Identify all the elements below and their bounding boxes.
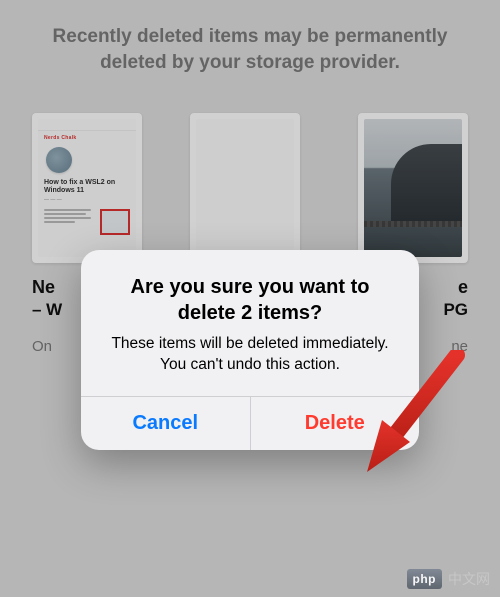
watermark-text: 中文网 bbox=[448, 569, 490, 589]
dialog-message: These items will be deleted immediately.… bbox=[101, 334, 399, 376]
dialog-title: Are you sure you want to delete 2 items? bbox=[101, 274, 399, 326]
confirm-dialog: Are you sure you want to delete 2 items?… bbox=[81, 250, 419, 450]
dialog-button-row: Cancel Delete bbox=[81, 396, 419, 450]
watermark-badge: php bbox=[407, 569, 443, 589]
delete-button[interactable]: Delete bbox=[250, 397, 420, 450]
cancel-button[interactable]: Cancel bbox=[81, 397, 250, 450]
watermark: php 中文网 bbox=[407, 569, 491, 589]
